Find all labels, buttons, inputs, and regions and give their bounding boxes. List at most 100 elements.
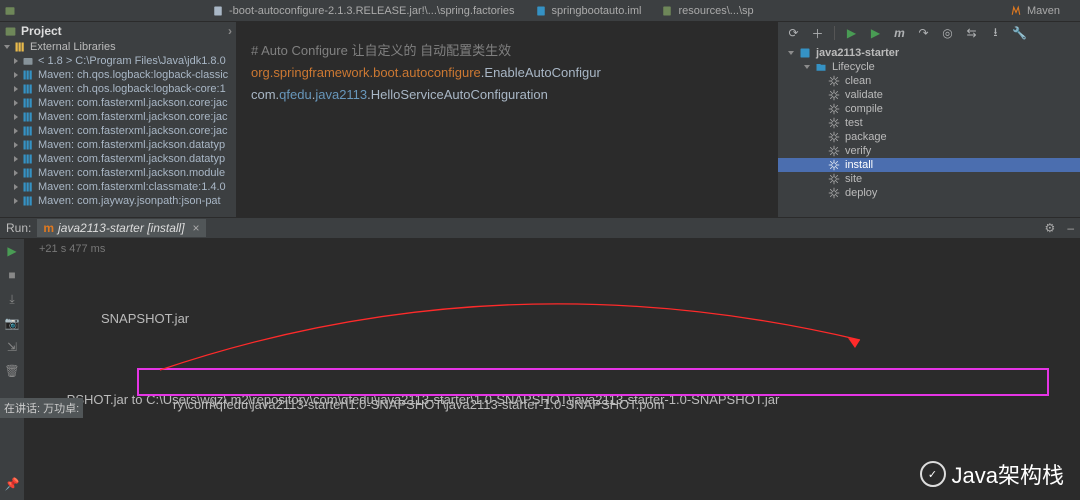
project-tree[interactable]: External Libraries < 1.8 > C:\Program Fi… — [0, 40, 236, 217]
maven-goal-compile[interactable]: compile — [778, 102, 1080, 116]
close-icon[interactable]: × — [193, 221, 200, 235]
project-panel-header[interactable]: Project › — [0, 22, 236, 40]
chevron-right-icon — [14, 142, 18, 148]
goal-label: package — [845, 131, 887, 143]
rerun-icon[interactable]: ▶ — [4, 243, 20, 259]
run-panel-header: Run: m java2113-starter [install] × ⚙ – — [0, 217, 1080, 239]
node-label: Maven: com.jayway.jsonpath:json-pat — [38, 195, 221, 207]
library-node[interactable]: Maven: com.fasterxml.jackson.datatyp — [0, 152, 236, 166]
chevron-right-icon — [14, 184, 18, 190]
add-icon[interactable]: ＋ — [810, 26, 825, 41]
pin-icon[interactable]: 📌 — [4, 476, 20, 492]
maven-goal-clean[interactable]: clean — [778, 74, 1080, 88]
maven-goal-package[interactable]: package — [778, 130, 1080, 144]
maven-tree[interactable]: java2113-starter Lifecycle clean validat… — [778, 44, 1080, 217]
trash-icon[interactable]: 🗑 — [4, 363, 20, 379]
maven-goal-verify[interactable]: verify — [778, 144, 1080, 158]
node-label: Maven: ch.qos.logback:logback-classic — [38, 69, 228, 81]
library-node[interactable]: Maven: com.fasterxml.jackson.core:jac — [0, 110, 236, 124]
wrench-icon[interactable]: 🔧 — [1012, 26, 1027, 41]
maven-goal-test[interactable]: test — [778, 116, 1080, 130]
external-libraries-node[interactable]: External Libraries — [0, 40, 236, 54]
node-label: Maven: com.fasterxml.jackson.datatyp — [38, 153, 225, 165]
comment-text: # Auto Configure — [251, 43, 348, 58]
project-title: Project — [21, 24, 62, 38]
chevron-right-icon[interactable]: › — [228, 24, 232, 38]
gear-icon — [828, 117, 840, 129]
library-node[interactable]: Maven: com.fasterxml.jackson.core:jac — [0, 96, 236, 110]
gear-icon — [828, 187, 840, 199]
library-node[interactable]: Maven: com.fasterxml.jackson.module — [0, 166, 236, 180]
library-icon — [14, 41, 26, 53]
library-node[interactable]: Maven: ch.qos.logback:logback-classic — [0, 68, 236, 82]
library-node[interactable]: Maven: com.fasterxml:classmate:1.4.0 — [0, 180, 236, 194]
camera-icon[interactable]: 📷 — [4, 315, 20, 331]
library-node[interactable]: Maven: ch.qos.logback:logback-core:1 — [0, 82, 236, 96]
library-node[interactable]: Maven: com.jayway.jsonpath:json-pat — [0, 194, 236, 208]
export-icon[interactable]: ⇲ — [4, 339, 20, 355]
editor-line: # Auto Configure 让自定义的 自动配置类生效 — [251, 40, 769, 62]
gear-icon[interactable]: ⚙ — [1045, 221, 1056, 235]
node-label: Maven: com.fasterxml.jackson.core:jac — [38, 125, 228, 137]
node-label: Maven: com.fasterxml:classmate:1.4.0 — [38, 181, 226, 193]
jdk-node[interactable]: < 1.8 > C:\Program Files\Java\jdk1.8.0 — [0, 54, 236, 68]
layout-icon[interactable]: ⇆ — [964, 26, 979, 41]
separator — [834, 26, 835, 40]
run-icon[interactable]: ▶ — [844, 26, 859, 41]
chevron-right-icon — [14, 86, 18, 92]
gear-icon — [828, 103, 840, 115]
editor-line: org.springframework.boot.autoconfigure.E… — [251, 62, 769, 84]
library-icon — [22, 125, 34, 137]
gear-icon — [828, 159, 840, 171]
stop-icon[interactable]: ■ — [4, 267, 20, 283]
t2: qfedu — [279, 87, 312, 102]
skip-icon[interactable]: ↷ — [916, 26, 931, 41]
folder-icon — [815, 61, 827, 73]
target-icon[interactable]: ◎ — [940, 26, 955, 41]
library-icon — [22, 153, 34, 165]
tab-label: springbootauto.iml — [552, 5, 642, 17]
library-node[interactable]: Maven: com.fasterxml.jackson.datatyp — [0, 138, 236, 152]
maven-lifecycle-node[interactable]: Lifecycle — [778, 60, 1080, 74]
library-icon — [22, 69, 34, 81]
editor-tab-2[interactable]: resources\...\sp — [651, 2, 763, 20]
maven-goal-install[interactable]: install — [778, 158, 1080, 172]
editor-area[interactable]: # Auto Configure 让自定义的 自动配置类生效 org.sprin… — [237, 22, 777, 217]
maven-goal-deploy[interactable]: deploy — [778, 186, 1080, 200]
goal-label: install — [845, 159, 873, 171]
node-label: Maven: ch.qos.logback:logback-core:1 — [38, 83, 226, 95]
chevron-right-icon — [14, 128, 18, 134]
library-node[interactable]: Maven: com.fasterxml.jackson.core:jac — [0, 124, 236, 138]
presenter-badge: 在讲话: 万功卓: — [0, 398, 83, 418]
editor-tab-1[interactable]: springbootauto.iml — [525, 2, 652, 20]
watermark: ✓ Java架构栈 — [920, 458, 1064, 490]
watermark-text: Java架构栈 — [952, 458, 1064, 490]
attach-icon[interactable]: ⤓ — [4, 291, 20, 307]
goal-label: verify — [845, 145, 871, 157]
editor-tab-0[interactable]: -boot-autoconfigure-2.1.3.RELEASE.jar!\.… — [202, 2, 525, 20]
console-line: ry\com\qfedu\java2113-starter\1.0-SNAPSH… — [173, 397, 665, 412]
maven-goal-validate[interactable]: validate — [778, 88, 1080, 102]
run-tab[interactable]: m java2113-starter [install] × — [37, 219, 205, 237]
node-label: External Libraries — [30, 41, 116, 53]
maven-module-node[interactable]: java2113-starter — [778, 46, 1080, 60]
run-icon[interactable]: ▶ — [868, 26, 883, 41]
refresh-icon[interactable]: ⟳ — [786, 26, 801, 41]
goal-label: site — [845, 173, 862, 185]
file-icon — [661, 5, 673, 17]
project-tool-tab[interactable] — [0, 2, 22, 20]
m-icon: m — [43, 221, 54, 235]
node-label: Maven: com.fasterxml.jackson.datatyp — [38, 139, 225, 151]
minimize-icon[interactable]: – — [1067, 221, 1074, 235]
class-text: .EnableAutoConfigur — [481, 65, 601, 80]
maven-goal-site[interactable]: site — [778, 172, 1080, 186]
folder-icon — [22, 55, 34, 67]
chevron-right-icon — [14, 58, 18, 64]
gear-icon — [828, 131, 840, 143]
comment-cjk: 让自定义的 自动配置类生效 — [348, 43, 511, 58]
m-icon[interactable]: m — [892, 26, 907, 41]
download-icon[interactable]: ⭳ — [988, 26, 1003, 41]
chevron-down-icon — [804, 65, 810, 69]
maven-tool-tab[interactable]: Maven — [1000, 2, 1080, 20]
goal-label: deploy — [845, 187, 877, 199]
